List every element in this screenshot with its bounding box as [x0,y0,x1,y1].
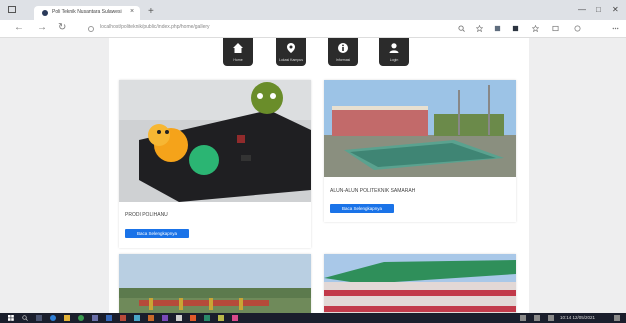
tray-network-icon[interactable] [520,315,526,321]
app-icon[interactable] [218,315,224,321]
mail-icon[interactable] [106,315,112,321]
app-icon[interactable] [176,315,182,321]
favorites-icon[interactable] [532,25,539,32]
user-icon [389,43,399,53]
gallery-card [119,254,311,313]
page-viewport: Home Lokasi Kampus Informasi Login PRODI… [0,38,626,313]
app-icon[interactable] [162,315,168,321]
app-icon[interactable] [204,315,210,321]
card-title: ALUN-ALUN POLITEKNIK SAMARAH [330,188,416,194]
edge-icon[interactable] [50,315,56,321]
notifications-icon[interactable] [614,315,620,321]
settings-more-icon[interactable] [612,25,619,32]
nav-location-button[interactable]: Lokasi Kampus [276,38,306,66]
task-view-icon[interactable] [36,315,42,321]
nav-login-label: Login [389,58,399,62]
app-icon[interactable] [232,315,238,321]
extension-icon[interactable] [494,25,501,32]
tab-favicon-icon [42,10,48,16]
card-image [119,254,311,313]
info-icon [338,43,348,53]
reading-list-icon[interactable] [512,25,519,32]
tab-close-icon[interactable]: × [130,8,134,15]
minimize-button[interactable]: — [578,5,586,14]
tray-volume-icon[interactable] [534,315,540,321]
gallery-card [324,254,516,313]
site-info-icon[interactable] [88,26,94,32]
chrome-icon[interactable] [78,315,84,321]
home-icon [233,43,243,53]
taskbar-clock[interactable]: 10:14 12/05/2021 [560,315,595,320]
new-tab-button[interactable]: + [148,6,154,17]
tab-actions-icon[interactable] [8,6,16,13]
collections-icon[interactable] [552,25,559,32]
nav-home-button[interactable]: Home [223,38,253,66]
browser-toolbar: ← → ↻ localhost/politeknik/public/index.… [0,20,626,38]
map-marker-icon [287,43,295,53]
tab-title: Poli Teknik Nusantara Sulawesi [52,9,122,15]
app-icon[interactable] [134,315,140,321]
card-title: PRODI POLIHANU [125,212,168,218]
profile-icon[interactable] [574,25,581,32]
back-icon[interactable]: ← [14,22,24,33]
refresh-icon[interactable]: ↻ [58,22,66,33]
store-icon[interactable] [92,315,98,321]
zoom-icon[interactable] [458,25,465,32]
favorite-star-icon[interactable] [476,25,483,32]
card-image [324,254,516,313]
app-icon[interactable] [120,315,126,321]
gallery-card: PRODI POLIHANU Baca Selengkapnya [119,80,311,248]
page-content: Home Lokasi Kampus Informasi Login PRODI… [109,38,529,313]
card-image [119,80,311,202]
nav-info-button[interactable]: Informasi [328,38,358,66]
card-image [324,80,516,177]
os-taskbar: 10:14 12/05/2021 [0,313,626,323]
browser-tab[interactable]: Poli Teknik Nusantara Sulawesi × [34,6,140,20]
app-icon[interactable] [190,315,196,321]
nav-location-label: Lokasi Kampus [279,58,303,62]
windows-start-icon[interactable] [8,315,14,321]
maximize-button[interactable]: □ [596,5,601,14]
read-more-button[interactable]: Baca Selengkapnya [125,229,189,238]
app-icon[interactable] [148,315,154,321]
gallery-card: ALUN-ALUN POLITEKNIK SAMARAH Baca Seleng… [324,80,516,222]
tray-battery-icon[interactable] [548,315,554,321]
nav-login-button[interactable]: Login [379,38,409,66]
forward-icon[interactable]: → [37,22,47,33]
address-bar[interactable]: localhost/politeknik/public/index.php/ho… [100,24,340,30]
nav-home-label: Home [233,58,243,62]
file-explorer-icon[interactable] [64,315,70,321]
read-more-button[interactable]: Baca Selengkapnya [330,204,394,213]
search-icon[interactable] [22,315,28,321]
nav-info-label: Informasi [335,58,351,62]
browser-tab-bar: Poli Teknik Nusantara Sulawesi × + — □ ✕ [0,0,626,20]
close-window-button[interactable]: ✕ [612,5,619,14]
